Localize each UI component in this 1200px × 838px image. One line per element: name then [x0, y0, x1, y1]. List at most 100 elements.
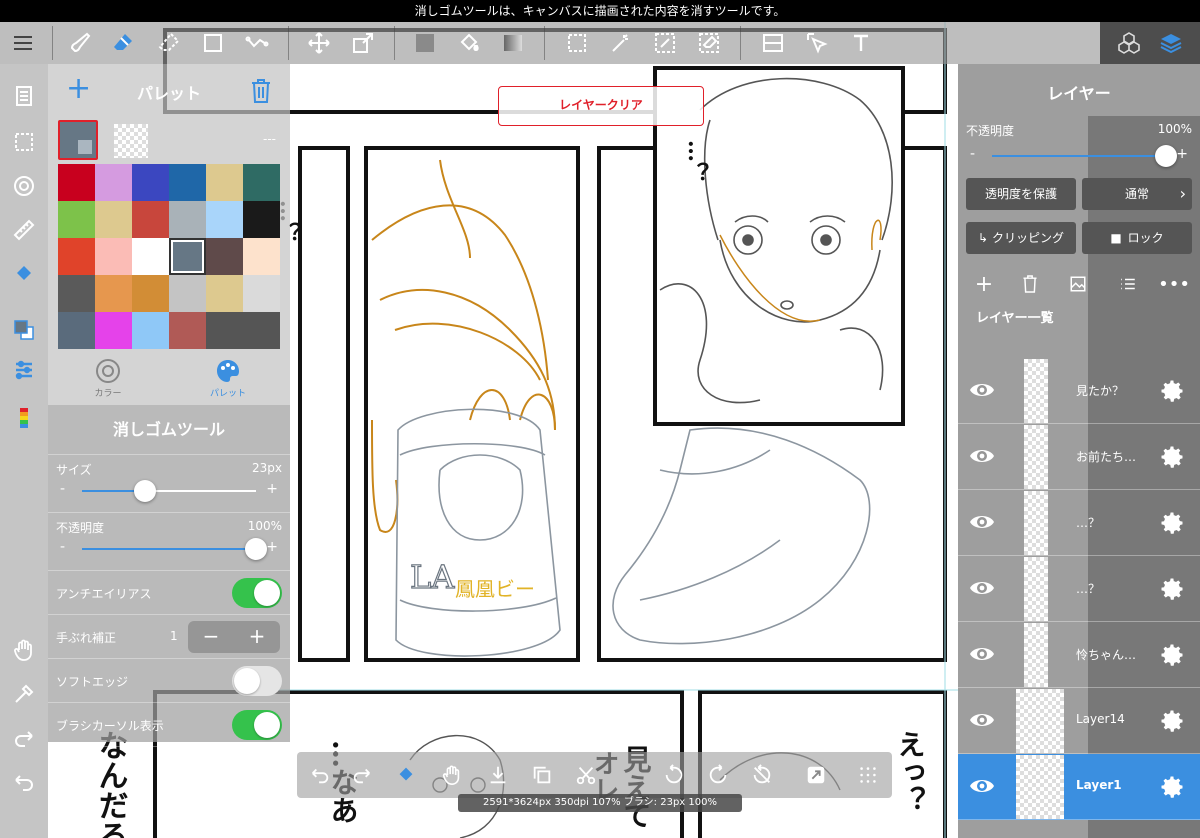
selection-icon[interactable] [8, 126, 40, 158]
color-swatch[interactable] [206, 164, 243, 201]
select-tool-icon[interactable] [560, 26, 594, 60]
color-swatch[interactable] [206, 201, 243, 238]
move-tool-icon[interactable] [302, 26, 336, 60]
trash-icon[interactable] [250, 78, 272, 104]
rotate-right-icon[interactable] [703, 760, 733, 790]
color-swatch[interactable] [58, 275, 95, 312]
visibility-eye-icon[interactable] [968, 708, 996, 732]
undo-icon[interactable] [8, 766, 40, 798]
layers-icon[interactable] [1154, 26, 1188, 60]
layer-row[interactable]: …？ [958, 490, 1200, 556]
import-icon[interactable] [483, 760, 513, 790]
adjust-icon[interactable] [8, 354, 40, 386]
select-pen-icon[interactable] [648, 26, 682, 60]
opacity-plus-icon[interactable]: + [266, 539, 278, 555]
visibility-eye-icon[interactable] [968, 774, 996, 798]
stabilizer-minus-button[interactable]: − [188, 624, 234, 648]
gradient-tool-icon[interactable] [496, 26, 530, 60]
fill-button-icon[interactable] [391, 760, 421, 790]
color-swatch[interactable] [132, 312, 169, 349]
layer-row[interactable]: お前たち… [958, 424, 1200, 490]
tab-palette[interactable]: パレット [188, 358, 268, 399]
gear-icon[interactable] [1158, 443, 1186, 471]
color-swatch[interactable] [243, 238, 280, 275]
grid-dots-icon[interactable] [853, 760, 883, 790]
rotate-left-icon[interactable] [659, 760, 689, 790]
color-swatch[interactable] [58, 164, 95, 201]
layer-row[interactable]: …？ [958, 556, 1200, 622]
layer-opacity-knob[interactable] [1155, 145, 1177, 167]
clear-layer-button[interactable]: レイヤークリア [498, 86, 704, 126]
gear-icon[interactable] [1158, 641, 1186, 669]
color-swatch[interactable] [243, 201, 280, 238]
fill-tool-icon[interactable] [408, 26, 442, 60]
color-swap-icon[interactable] [8, 314, 40, 346]
menu-icon[interactable] [6, 26, 40, 60]
color-swatch[interactable] [58, 201, 95, 238]
visibility-eye-icon[interactable] [968, 642, 996, 666]
hand-button-icon[interactable] [437, 760, 467, 790]
select-eraser-icon[interactable] [692, 26, 726, 60]
brush-tool-icon[interactable] [66, 26, 100, 60]
add-layer-icon[interactable]: + [972, 272, 996, 297]
shape-tool-icon[interactable] [196, 26, 230, 60]
softedge-toggle[interactable] [232, 666, 282, 696]
color-swatch[interactable] [132, 275, 169, 312]
stabilizer-plus-button[interactable]: + [234, 624, 280, 648]
color-swatch[interactable] [95, 238, 132, 275]
color-swatch[interactable] [243, 312, 280, 349]
rainbow-brush-icon[interactable] [8, 402, 40, 434]
color-swatch[interactable] [206, 275, 243, 312]
antialias-toggle[interactable] [232, 578, 282, 608]
snap-icon[interactable] [8, 170, 40, 202]
gear-icon[interactable] [1158, 377, 1186, 405]
page-icon[interactable] [8, 80, 40, 112]
pen-path-icon[interactable] [240, 26, 274, 60]
layer-opacity-plus-icon[interactable]: + [1176, 146, 1188, 162]
image-layer-icon[interactable] [1066, 272, 1090, 296]
copy-icon[interactable] [527, 760, 557, 790]
color-swatch[interactable] [95, 201, 132, 238]
gear-icon[interactable] [1158, 773, 1186, 801]
layer-row[interactable]: 見たか？ [958, 358, 1200, 424]
sub-color-swatch[interactable] [114, 124, 148, 158]
color-swatch[interactable] [169, 164, 206, 201]
color-swatch[interactable] [132, 238, 169, 275]
opacity-slider-knob[interactable] [245, 538, 267, 560]
rotate-reset-icon[interactable] [747, 760, 777, 790]
color-swatch[interactable] [132, 164, 169, 201]
fullscreen-icon[interactable] [801, 760, 831, 790]
layer-opacity-slider[interactable]: - + [966, 145, 1192, 167]
color-swatch[interactable] [243, 275, 280, 312]
color-swatch[interactable] [132, 201, 169, 238]
layer-row[interactable]: Layer14 [958, 688, 1200, 754]
color-swatch[interactable] [169, 275, 206, 312]
color-swatch[interactable] [206, 312, 243, 349]
color-swatch[interactable] [95, 312, 132, 349]
gear-icon[interactable] [1158, 509, 1186, 537]
eyedropper-icon[interactable] [8, 678, 40, 710]
cut-icon[interactable] [571, 760, 601, 790]
eraser-tool-icon[interactable] [106, 26, 140, 60]
fill-bucket-icon[interactable] [8, 258, 40, 290]
size-slider-knob[interactable] [133, 480, 156, 502]
bucket-tool-icon[interactable] [452, 26, 486, 60]
brush-cursor-toggle[interactable] [232, 710, 282, 740]
more-options-icon[interactable]: ••• [1158, 272, 1190, 296]
hand-tool-icon[interactable] [8, 634, 40, 666]
opacity-slider[interactable]: - + [56, 538, 282, 560]
magic-wand-icon[interactable] [604, 26, 638, 60]
redo-icon[interactable] [8, 722, 40, 754]
color-swatch[interactable] [95, 275, 132, 312]
color-swatch[interactable] [169, 201, 206, 238]
size-plus-icon[interactable]: + [266, 481, 278, 497]
material-icon[interactable] [1112, 26, 1146, 60]
text-tool-icon[interactable] [844, 26, 878, 60]
tab-color[interactable]: カラー [68, 358, 148, 399]
layer-row[interactable]: Layer1 [958, 754, 1200, 820]
delete-layer-icon[interactable] [1018, 272, 1042, 296]
layer-row[interactable]: 怜ちゃん… [958, 622, 1200, 688]
clipping-button[interactable]: ↳ クリッピング [966, 222, 1076, 254]
blur-eraser-icon[interactable] [152, 26, 186, 60]
color-swatch[interactable] [206, 238, 243, 275]
